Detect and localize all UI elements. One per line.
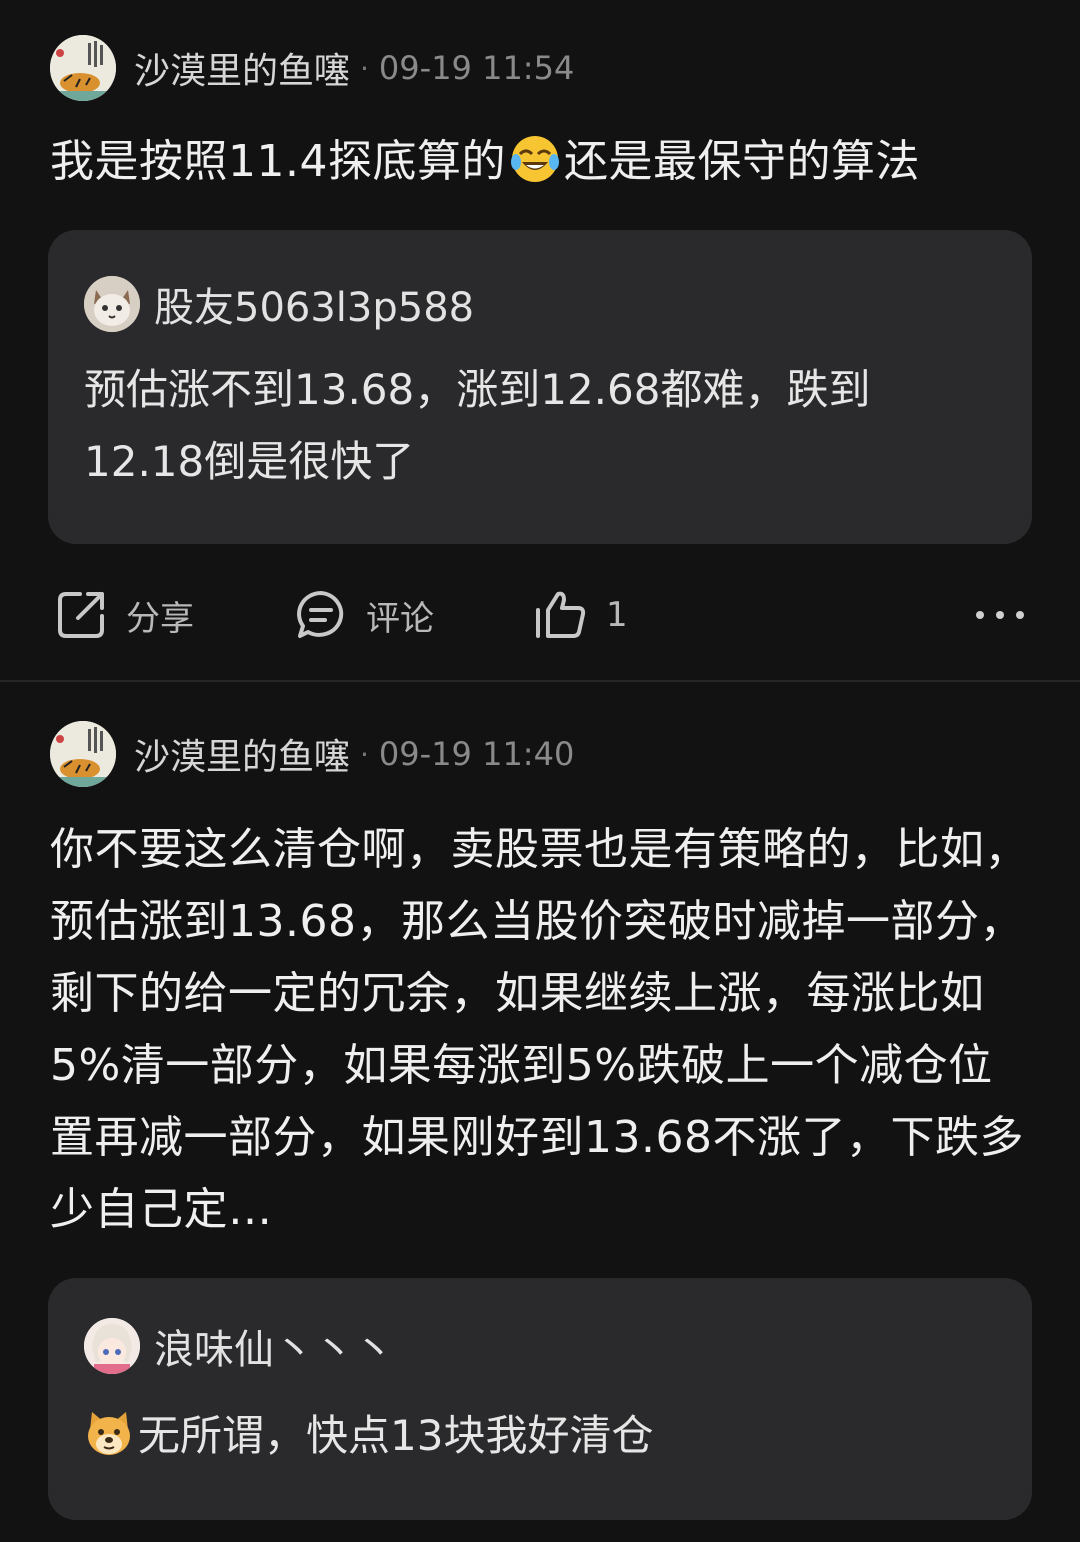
- separator-dot: ·: [360, 51, 369, 85]
- more-dot-icon: [976, 611, 984, 619]
- like-count: 1: [606, 595, 628, 635]
- quoted-avatar[interactable]: [84, 1318, 140, 1374]
- quoted-text: 预估涨不到13.68，涨到12.68都难，跌到12.18倒是很快了: [84, 365, 871, 486]
- like-button[interactable]: 1: [532, 580, 628, 650]
- more-options-button[interactable]: [976, 600, 1024, 630]
- avatar[interactable]: [50, 35, 116, 101]
- author-name[interactable]: 沙漠里的鱼噻: [134, 42, 350, 94]
- post-time: 09-19 11:54: [378, 49, 575, 87]
- more-dot-icon: [1016, 611, 1024, 619]
- post-text[interactable]: 我是按照11.4探底算的 还是最保守的算法: [50, 126, 1030, 198]
- post-text[interactable]: 你不要这么清仓啊，卖股票也是有策略的，比如，预估涨到13.68，那么当股价突破时…: [50, 814, 1030, 1246]
- thumbs-up-icon: [536, 591, 586, 638]
- avatar[interactable]: [50, 721, 116, 787]
- post-time: 09-19 11:40: [378, 735, 575, 773]
- quoted-header: 股友5063l3p588: [84, 274, 474, 334]
- separator-dot: ·: [360, 737, 369, 771]
- quoted-author[interactable]: 浪味仙丶丶丶: [154, 1317, 394, 1375]
- share-icon: [58, 592, 104, 638]
- laughing-crying-emoji-icon: [510, 134, 560, 184]
- post-header: 沙漠里的鱼噻 · 09-19 11:54: [50, 34, 574, 102]
- post-card: 沙漠里的鱼噻 · 09-19 11:54 我是按照11.4探底算的 还是最保守的算…: [0, 0, 1080, 680]
- quoted-text: 无所谓，快点13块我好清仓: [84, 1400, 984, 1472]
- more-dot-icon: [996, 611, 1004, 619]
- post-text-part: 还是最保守的算法: [563, 136, 920, 187]
- quoted-comment[interactable]: 浪味仙丶丶丶 无所谓，快点13块我好清仓: [48, 1278, 1032, 1520]
- share-label: 分享: [126, 598, 194, 639]
- quoted-header: 浪味仙丶丶丶: [84, 1316, 394, 1376]
- post-header: 沙漠里的鱼噻 · 09-19 11:40: [50, 720, 574, 788]
- quoted-comment[interactable]: 股友5063l3p588 预估涨不到13.68，涨到12.68都难，跌到12.1…: [48, 230, 1032, 544]
- comment-button[interactable]: 评论: [294, 580, 434, 650]
- quoted-avatar[interactable]: [84, 276, 140, 332]
- comment-icon: [297, 591, 344, 638]
- doge-emoji-icon: [84, 1408, 134, 1458]
- share-button[interactable]: 分享: [54, 580, 194, 650]
- action-bar: 分享 评论 1: [0, 580, 1080, 650]
- post-card: 沙漠里的鱼噻 · 09-19 11:40 你不要这么清仓啊，卖股票也是有策略的，…: [0, 682, 1080, 1542]
- post-text-part: 我是按照11.4探底算的: [50, 136, 506, 187]
- author-name[interactable]: 沙漠里的鱼噻: [134, 728, 350, 780]
- quoted-text-content: 无所谓，快点13块我好清仓: [138, 1411, 654, 1460]
- quoted-author[interactable]: 股友5063l3p588: [154, 275, 474, 333]
- comment-label: 评论: [366, 598, 434, 639]
